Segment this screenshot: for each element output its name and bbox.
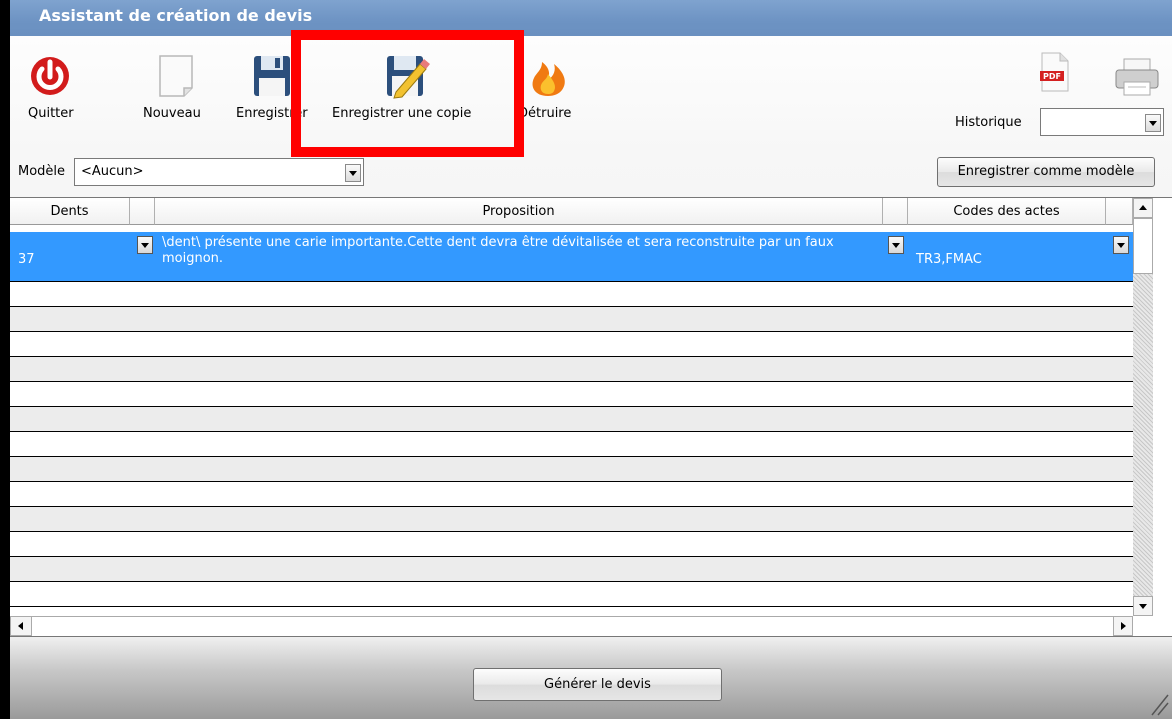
model-value: <Aucun> bbox=[81, 164, 144, 179]
chevron-down-icon[interactable] bbox=[345, 164, 361, 182]
power-icon bbox=[31, 57, 69, 95]
table-row[interactable] bbox=[10, 282, 1133, 307]
column-header-spacer bbox=[883, 198, 908, 225]
resize-grip-icon[interactable] bbox=[1150, 683, 1170, 717]
scroll-left-button[interactable] bbox=[10, 616, 32, 636]
save-copy-button[interactable]: Enregistrer une copie bbox=[330, 48, 480, 138]
destroy-label: Détruire bbox=[518, 106, 572, 121]
save-button[interactable]: Enregistrer bbox=[232, 48, 314, 138]
table-row[interactable] bbox=[10, 357, 1133, 382]
save-label: Enregistrer bbox=[236, 106, 308, 121]
arrow-right-icon bbox=[1121, 622, 1126, 630]
scroll-right-button[interactable] bbox=[1113, 616, 1133, 636]
quote-grid: Dents Proposition Codes des actes 37 \de… bbox=[10, 197, 1172, 637]
column-header-teeth[interactable]: Dents bbox=[10, 198, 130, 225]
fire-icon bbox=[532, 62, 565, 96]
new-label: Nouveau bbox=[143, 106, 201, 121]
model-dropdown[interactable]: <Aucun> bbox=[74, 158, 364, 186]
table-row[interactable] bbox=[10, 507, 1133, 532]
table-row[interactable] bbox=[10, 482, 1133, 507]
column-header-spacer bbox=[130, 198, 155, 225]
horizontal-scrollbar[interactable] bbox=[10, 616, 1133, 636]
svg-text:PDF: PDF bbox=[1043, 72, 1061, 81]
table-row[interactable] bbox=[10, 332, 1133, 357]
arrow-up-icon bbox=[1139, 205, 1147, 210]
chevron-down-icon[interactable] bbox=[1145, 114, 1161, 132]
table-row[interactable] bbox=[10, 407, 1133, 432]
table-row[interactable] bbox=[10, 557, 1133, 582]
vertical-scrollbar[interactable] bbox=[1133, 198, 1153, 616]
row-codes-cell[interactable]: TR3,FMAC bbox=[916, 252, 982, 267]
history-dropdown[interactable] bbox=[1040, 108, 1164, 136]
table-row[interactable] bbox=[10, 382, 1133, 407]
window-title: Assistant de création de devis bbox=[39, 6, 313, 25]
title-bar: Assistant de création de devis bbox=[10, 0, 1172, 36]
destroy-button[interactable]: Détruire bbox=[510, 48, 590, 138]
save-as-model-button[interactable]: Enregistrer comme modèle bbox=[937, 157, 1155, 187]
quit-button[interactable]: Quitter bbox=[20, 48, 80, 138]
table-row[interactable]: 37 \dent\ présente une carie importante.… bbox=[10, 232, 1133, 282]
chevron-down-icon[interactable] bbox=[137, 236, 153, 254]
save-copy-icon bbox=[387, 56, 430, 99]
table-row[interactable] bbox=[10, 532, 1133, 557]
pdf-icon[interactable]: PDF bbox=[1040, 52, 1070, 92]
save-copy-label: Enregistrer une copie bbox=[332, 106, 472, 121]
printer-icon[interactable] bbox=[1114, 58, 1160, 96]
column-header-proposal[interactable]: Proposition bbox=[155, 198, 883, 225]
arrow-down-icon bbox=[1139, 604, 1147, 609]
scroll-down-button[interactable] bbox=[1133, 596, 1153, 616]
floppy-disk-icon bbox=[254, 56, 290, 96]
chevron-down-icon[interactable] bbox=[888, 236, 904, 254]
arrow-left-icon bbox=[18, 622, 23, 630]
model-label: Modèle bbox=[18, 164, 66, 179]
row-proposal-cell[interactable]: \dent\ présente une carie importante.Cet… bbox=[162, 235, 880, 267]
column-header-codes[interactable]: Codes des actes bbox=[908, 198, 1106, 225]
table-row[interactable] bbox=[10, 307, 1133, 332]
scroll-up-button[interactable] bbox=[1133, 198, 1153, 218]
column-header-spacer bbox=[1106, 198, 1133, 225]
footer-panel: Générer le devis bbox=[10, 637, 1172, 719]
new-document-icon bbox=[159, 55, 193, 97]
table-row[interactable] bbox=[10, 582, 1133, 607]
table-row[interactable] bbox=[10, 432, 1133, 457]
quote-wizard-window: Assistant de création de devis Quitter N… bbox=[10, 0, 1172, 719]
scroll-thumb[interactable] bbox=[1133, 218, 1153, 274]
row-teeth-cell[interactable]: 37 bbox=[18, 252, 35, 267]
chevron-down-icon[interactable] bbox=[1113, 236, 1129, 254]
quit-label: Quitter bbox=[28, 106, 74, 121]
generate-quote-button[interactable]: Générer le devis bbox=[473, 668, 722, 701]
table-row[interactable] bbox=[10, 457, 1133, 482]
history-label: Historique bbox=[955, 115, 1022, 130]
new-button[interactable]: Nouveau bbox=[140, 48, 210, 138]
